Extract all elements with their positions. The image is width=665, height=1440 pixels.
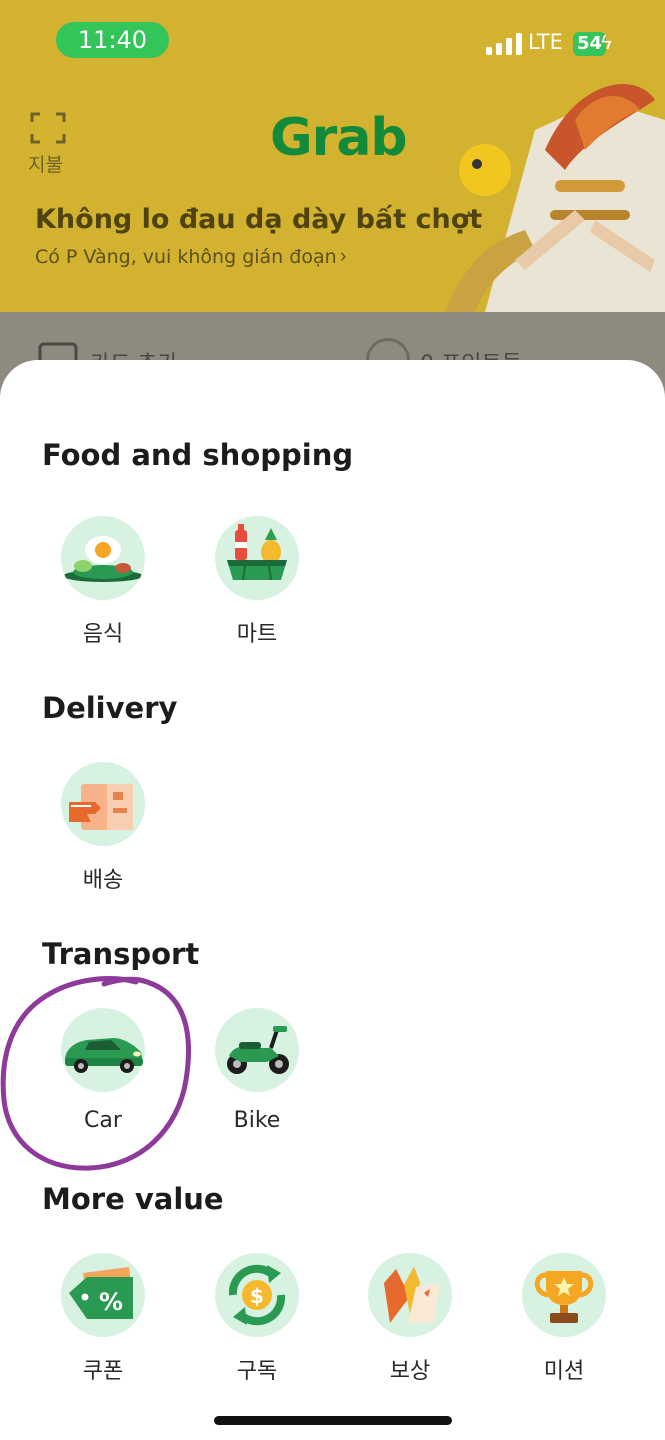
grab-logo: Grab (270, 108, 408, 168)
subscription-icon: $ (215, 1253, 299, 1337)
banner-subtitle[interactable]: Có P Vàng, vui không gián đoạn (35, 246, 337, 268)
mart-icon (215, 516, 299, 600)
service-label: 쿠폰 (82, 1359, 124, 1384)
service-label: 구독 (236, 1359, 278, 1384)
section-title-delivery: Delivery (42, 691, 178, 725)
scan-icon[interactable] (30, 112, 66, 144)
service-mart[interactable]: 마트 (192, 516, 322, 647)
status-bar: 11:40 LTE 54 ϟ (0, 0, 665, 80)
service-coupon[interactable]: % 쿠폰 (38, 1253, 168, 1384)
service-label: Bike (233, 1108, 281, 1133)
service-label: 배송 (82, 868, 124, 893)
service-label: 마트 (236, 622, 278, 647)
promo-illustration (445, 84, 665, 312)
pay-label[interactable]: 지불 (28, 150, 63, 177)
mission-icon (522, 1253, 606, 1337)
coupon-icon: % (61, 1253, 145, 1337)
chevron-right-icon: › (340, 246, 347, 267)
svg-text:$: $ (250, 1284, 264, 1308)
service-mission[interactable]: 미션 (499, 1253, 629, 1384)
service-car[interactable]: Car (38, 1008, 168, 1138)
service-label: Car (84, 1108, 122, 1133)
rewards-icon (368, 1253, 452, 1337)
banner-title[interactable]: Không lo đau dạ dày bất chợt (35, 204, 482, 235)
service-label: 미션 (543, 1359, 585, 1384)
car-icon (61, 1008, 145, 1092)
section-title-food-shopping: Food and shopping (42, 438, 354, 472)
signal-icon (486, 33, 522, 55)
charging-icon: ϟ (601, 32, 612, 54)
network-type: LTE (528, 30, 563, 54)
service-label: 보상 (389, 1359, 431, 1384)
service-food[interactable]: 음식 (38, 516, 168, 647)
service-subscription[interactable]: $ 구독 (192, 1253, 322, 1384)
food-icon (61, 516, 145, 600)
delivery-icon (61, 762, 145, 846)
section-title-more-value: More value (42, 1182, 224, 1216)
bike-icon (215, 1008, 299, 1092)
home-indicator[interactable] (214, 1416, 452, 1425)
status-time: 11:40 (56, 22, 169, 58)
svg-text:%: % (99, 1288, 123, 1316)
section-title-transport: Transport (42, 937, 200, 971)
service-label: 음식 (82, 622, 124, 647)
service-rewards[interactable]: 보상 (345, 1253, 475, 1384)
service-delivery[interactable]: 배송 (38, 762, 168, 893)
service-bike[interactable]: Bike (192, 1008, 322, 1138)
